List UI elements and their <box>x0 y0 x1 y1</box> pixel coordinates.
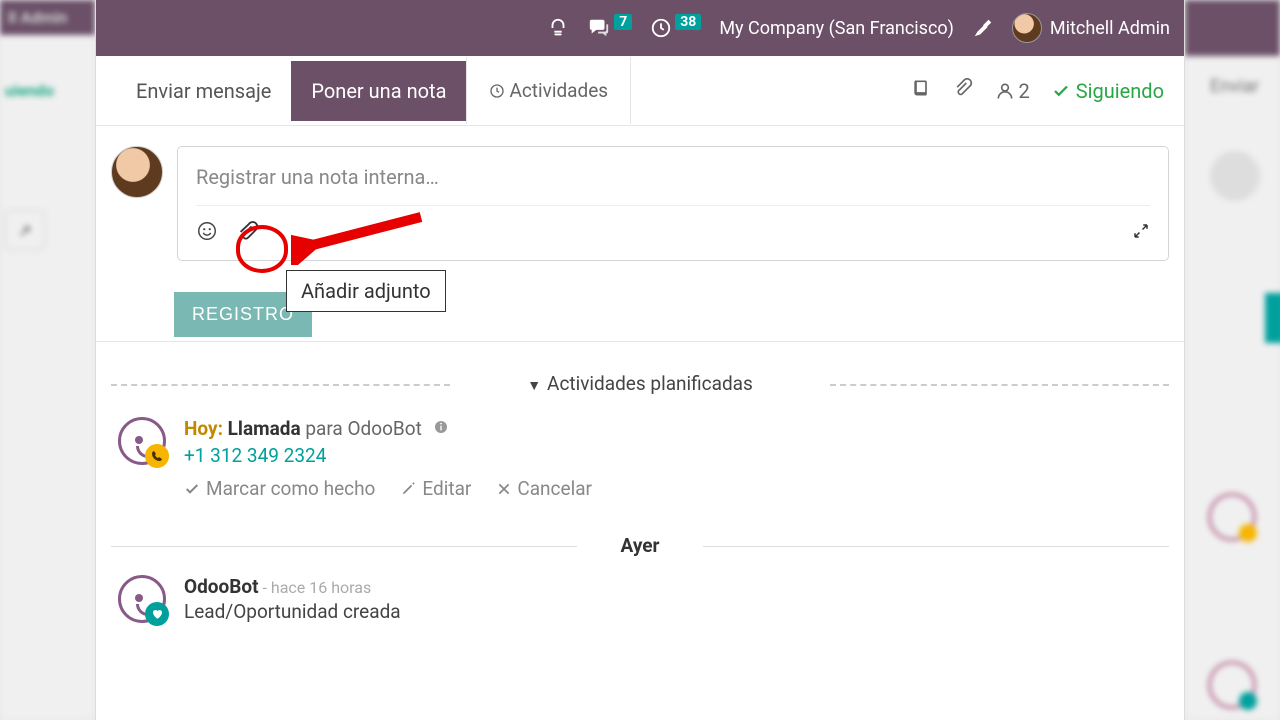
activity-for: para OdooBot <box>305 417 421 440</box>
caret-down-icon: ▼ <box>527 378 541 394</box>
tab-activities-label: Actividades <box>509 79 608 102</box>
cancel-label: Cancelar <box>517 477 592 500</box>
edit-label: Editar <box>422 477 471 500</box>
followers-number: 2 <box>1019 79 1030 103</box>
message-item: OdooBot - hace 16 horas Lead/Oportunidad… <box>96 557 1184 623</box>
activity-item: Hoy: Llamada para OdooBot +1 312 349 232… <box>96 395 1184 500</box>
discuss-icon[interactable]: 7 <box>587 17 632 39</box>
message-time: - hace 16 horas <box>263 578 372 597</box>
blur-left-mid: uiendo <box>5 81 90 100</box>
mark-done-label: Marcar como hecho <box>206 477 375 500</box>
main-panel: 7 38 My Company (San Francisco) Mitchell… <box>95 0 1185 720</box>
activities-icon[interactable]: 38 <box>650 17 701 39</box>
phone-badge-icon <box>145 444 169 468</box>
note-input[interactable]: Registrar una nota interna… <box>196 159 1150 206</box>
activity-today-label: Hoy: <box>184 417 223 440</box>
message-text: Lead/Oportunidad creada <box>184 600 401 623</box>
following-label: Siguiendo <box>1076 79 1164 103</box>
blur-right: Enviar <box>1190 76 1275 97</box>
planned-activities-header[interactable]: ▼ Actividades planificadas <box>111 372 1169 395</box>
message-sender[interactable]: OdooBot <box>184 575 259 598</box>
user-avatar <box>1012 13 1042 43</box>
message-avatar <box>118 575 166 623</box>
fullscreen-icon[interactable] <box>1132 222 1150 244</box>
day-separator: Ayer <box>111 534 1169 557</box>
chatter-tabs: Enviar mensaje Poner una nota Actividade… <box>96 56 1184 126</box>
company-name[interactable]: My Company (San Francisco) <box>719 18 954 39</box>
tab-log-note[interactable]: Poner una nota <box>291 61 466 121</box>
attachment-tooltip: Añadir adjunto <box>286 270 446 312</box>
emoji-icon[interactable] <box>196 220 218 246</box>
tab-send-message[interactable]: Enviar mensaje <box>116 61 291 121</box>
mark-done-button[interactable]: Marcar como hecho <box>184 477 375 500</box>
activities-badge: 38 <box>675 14 701 30</box>
activity-phone[interactable]: +1 312 349 2324 <box>184 444 1169 467</box>
user-name: Mitchell Admin <box>1050 18 1170 39</box>
compose-box: Registrar una nota interna… <box>177 146 1169 261</box>
tab-activities[interactable]: Actividades <box>466 57 631 124</box>
compose-area: Registrar una nota interna… <box>96 126 1184 261</box>
planned-activities-label: Actividades planificadas <box>547 372 753 395</box>
edit-button[interactable]: Editar <box>401 477 471 500</box>
dialer-icon[interactable] <box>547 17 569 39</box>
attachment-icon[interactable] <box>236 220 258 246</box>
topbar: 7 38 My Company (San Francisco) Mitchell… <box>96 0 1184 56</box>
info-icon[interactable] <box>433 417 449 440</box>
tools-icon[interactable] <box>972 17 994 39</box>
compose-avatar <box>111 146 163 198</box>
activity-type: Llamada <box>228 417 301 440</box>
activity-avatar <box>118 417 166 465</box>
heart-badge-icon <box>145 602 169 626</box>
cancel-button[interactable]: Cancelar <box>497 477 592 500</box>
attachments-icon[interactable] <box>953 78 973 103</box>
user-menu[interactable]: Mitchell Admin <box>1012 13 1170 43</box>
following-button[interactable]: Siguiendo <box>1052 79 1164 103</box>
chat-badge: 7 <box>614 14 632 30</box>
followers-count[interactable]: 2 <box>995 79 1030 103</box>
book-icon[interactable] <box>911 78 931 103</box>
blur-left-top: ll Admin <box>0 0 95 35</box>
